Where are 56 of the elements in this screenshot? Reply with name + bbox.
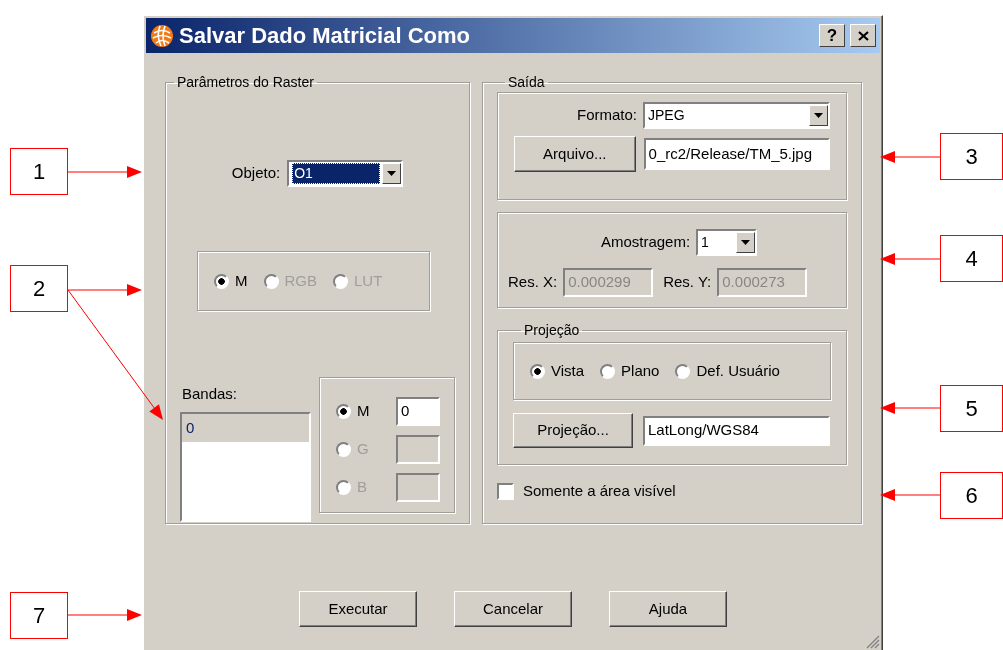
object-dropdown[interactable]: O1: [287, 160, 404, 187]
radio-button[interactable]: [214, 273, 229, 289]
callout-arrow: [880, 402, 941, 414]
radio-button[interactable]: [675, 363, 691, 379]
band-field[interactable]: [396, 435, 440, 464]
callout-number: 5: [940, 385, 1003, 432]
dialog-button[interactable]: Cancelar: [454, 591, 572, 627]
callout-arrow: [880, 489, 941, 501]
checkbox[interactable]: [497, 482, 514, 500]
callout-number: 2: [10, 265, 68, 312]
radio-option[interactable]: M: [214, 269, 248, 293]
callout-arrow: [880, 253, 941, 265]
callout-number: 7: [10, 592, 68, 639]
file-button[interactable]: Arquivo...: [514, 136, 636, 172]
sampling-dropdown[interactable]: 1: [696, 229, 758, 256]
radio-option[interactable]: Plano: [600, 359, 660, 383]
band-field[interactable]: 0: [396, 397, 440, 426]
checkbox-label: Somente a área visível: [523, 481, 676, 501]
dropdown-arrow-icon: [741, 240, 751, 245]
callout-number: 3: [940, 133, 1003, 180]
dropdown-arrow-icon: [814, 113, 823, 118]
radio-button[interactable]: [336, 404, 351, 419]
field-label: Objeto:: [231, 163, 281, 184]
radio-button[interactable]: [600, 363, 616, 379]
group-title: Parâmetros do Raster: [176, 74, 315, 90]
dialog-button[interactable]: Ajuda: [609, 591, 727, 627]
field-label: Res. Y:: [663, 272, 712, 293]
projection-field[interactable]: LatLong/WGS84: [643, 415, 830, 446]
radio-option[interactable]: Vista: [530, 359, 585, 383]
group-title: Projeção: [523, 322, 581, 338]
close-button[interactable]: [850, 24, 876, 47]
radio-option[interactable]: Def. Usuário: [675, 359, 780, 383]
resize-grip-icon[interactable]: [866, 635, 880, 649]
window-title: Salvar Dado Matricial Como: [179, 22, 471, 50]
group-title: Saída: [507, 74, 546, 90]
field-label: Bandas:: [182, 384, 239, 404]
dialog-button[interactable]: Executar: [299, 591, 417, 627]
callout-number: 1: [10, 148, 68, 195]
close-icon: [857, 30, 869, 41]
callout-number: 6: [940, 472, 1003, 519]
band-field[interactable]: [396, 473, 440, 502]
radio-option[interactable]: M: [336, 400, 370, 423]
field-label: Res. X:: [508, 272, 558, 293]
help-button[interactable]: ?: [819, 24, 845, 47]
radio-button[interactable]: [530, 363, 545, 379]
dropdown-arrow-icon: [387, 171, 397, 176]
bands-list[interactable]: 0: [180, 411, 311, 522]
projection-button[interactable]: Projeção...: [513, 413, 633, 448]
callout-arrow: [880, 151, 941, 163]
globe-icon: [150, 23, 174, 48]
file-path-field[interactable]: 0_rc2/Release/TM_5.jpg: [643, 138, 830, 170]
format-dropdown[interactable]: JPEG: [643, 102, 830, 129]
field-label: Amostragem:: [600, 232, 691, 253]
field-label: Formato:: [577, 105, 637, 126]
list-item[interactable]: 0: [182, 413, 309, 442]
callout-number: 4: [940, 235, 1003, 282]
